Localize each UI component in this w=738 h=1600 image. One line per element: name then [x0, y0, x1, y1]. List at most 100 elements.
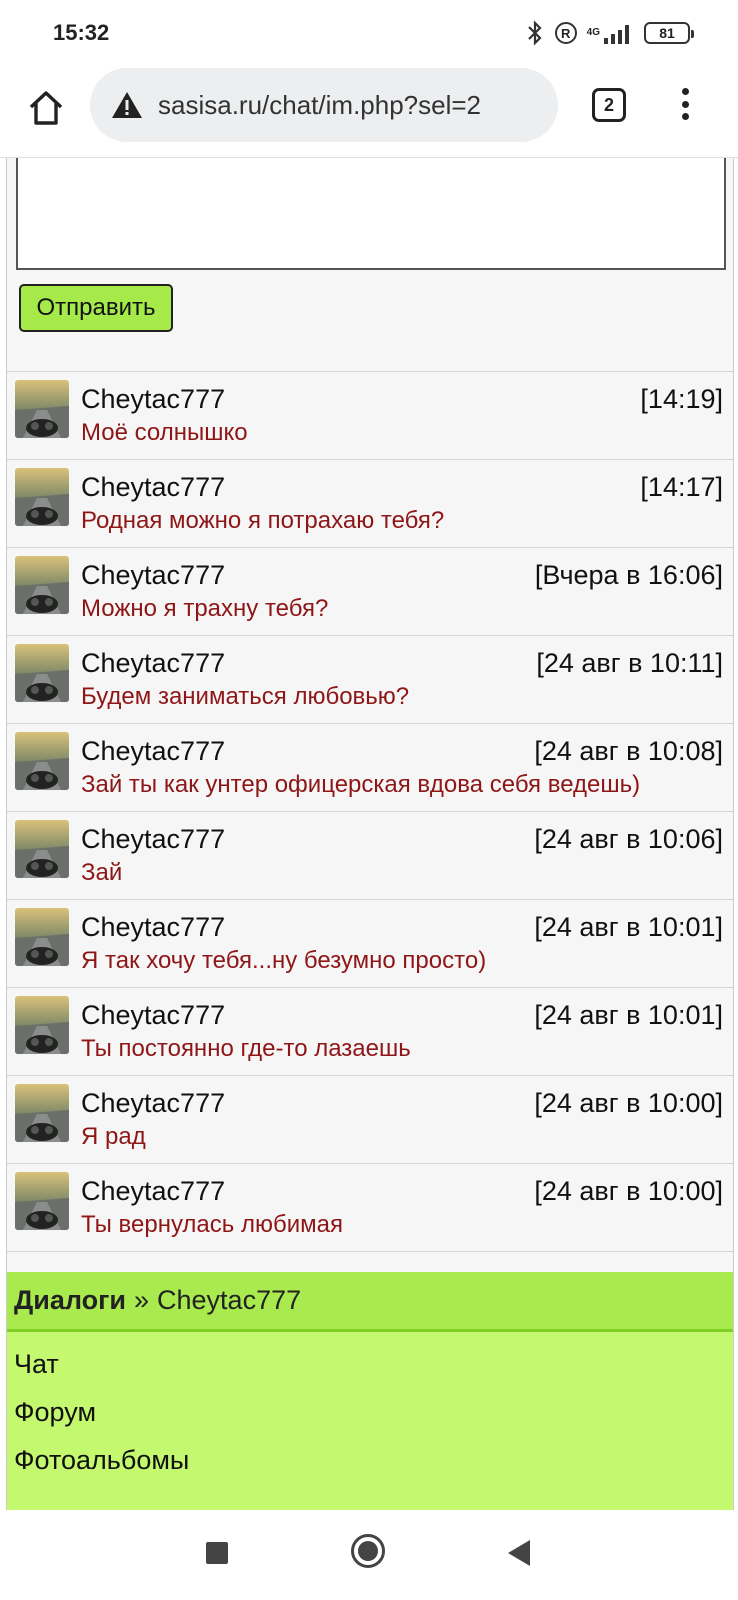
- nav-link-photoalbums[interactable]: Фотоальбомы: [7, 1440, 733, 1488]
- compose-area: Отправить: [7, 158, 733, 372]
- message-text: Родная можно я потрахаю тебя?: [81, 507, 445, 534]
- message-author[interactable]: Cheytac777: [81, 1088, 225, 1119]
- avatar[interactable]: [15, 820, 69, 878]
- home-button[interactable]: [22, 84, 70, 132]
- tab-count: 2: [603, 94, 614, 115]
- message-time: [24 авг в 10:08]: [534, 736, 723, 766]
- message-header: Cheytac777 [24 авг в 10:00]: [81, 1176, 723, 1207]
- address-bar[interactable]: sasisa.ru/chat/im.php?sel=2: [90, 68, 558, 142]
- message-author[interactable]: Cheytac777: [81, 1000, 225, 1031]
- message-text: Будем заниматься любовью?: [81, 683, 410, 710]
- network-type: 4G: [586, 27, 600, 38]
- message-row: Cheytac777 [24 авг в 10:01] Ты постоянно г…: [7, 988, 733, 1076]
- avatar[interactable]: [15, 1172, 69, 1230]
- avatar[interactable]: [15, 996, 69, 1054]
- nav-link-forum[interactable]: Форум: [7, 1392, 733, 1440]
- message-text: Ты постоянно где-то лазаешь: [81, 1035, 411, 1062]
- avatar[interactable]: [15, 1084, 69, 1142]
- site-nav: Чат Форум Фотоальбомы: [7, 1332, 733, 1510]
- message-header: Cheytac777 [24 авг в 10:01]: [81, 912, 723, 943]
- message-row: Cheytac777 [24 авг в 10:00] Ты вернулась л…: [7, 1164, 733, 1252]
- nav-link-chat[interactable]: Чат: [7, 1344, 733, 1392]
- message-row: Cheytac777 [Вчера в 16:06] Можно я трахну …: [7, 548, 733, 636]
- status-bar: 15:32 R 4G 81: [0, 0, 738, 66]
- message-row: Cheytac777 [24 авг в 10:01] Я так хочу теб…: [7, 900, 733, 988]
- send-button[interactable]: Отправить: [19, 284, 173, 332]
- message-author[interactable]: Cheytac777: [81, 648, 225, 679]
- page-content: Отправить Cheytac777 [14:19] Моё солнышко C…: [6, 158, 734, 1510]
- avatar[interactable]: [15, 732, 69, 790]
- avatar-image: [15, 556, 69, 614]
- message-row: Cheytac777 [24 авг в 10:08] Зай ты как унт…: [7, 724, 733, 812]
- recents-button[interactable]: [206, 1542, 228, 1564]
- message-time: [24 авг в 10:11]: [536, 648, 723, 678]
- message-author[interactable]: Cheytac777: [81, 472, 225, 503]
- message-row: Cheytac777 [14:19] Моё солнышко: [7, 372, 733, 460]
- battery-level: 81: [659, 25, 675, 41]
- avatar-image: [15, 1084, 69, 1142]
- more-menu-button[interactable]: [670, 84, 700, 124]
- message-time: [24 авг в 10:06]: [534, 824, 723, 854]
- browser-toolbar: sasisa.ru/chat/im.php?sel=2 2: [0, 66, 738, 158]
- avatar-image: [15, 732, 69, 790]
- breadcrumb-root[interactable]: Диалоги: [14, 1285, 126, 1316]
- message-text: Ты вернулась любимая: [81, 1211, 343, 1238]
- battery-icon: 81: [644, 22, 694, 44]
- signal-icon: 4G: [587, 22, 634, 44]
- warning-icon: [112, 92, 142, 118]
- avatar[interactable]: [15, 556, 69, 614]
- avatar-image: [15, 468, 69, 526]
- message-header: Cheytac777 [24 авг в 10:06]: [81, 824, 723, 855]
- message-text: Зай ты как унтер офицерская вдова себя в…: [81, 771, 641, 798]
- back-button[interactable]: [508, 1540, 530, 1566]
- status-time: 15:32: [53, 20, 110, 45]
- breadcrumb-current: Cheytac777: [157, 1285, 302, 1315]
- avatar[interactable]: [15, 644, 69, 702]
- bluetooth-icon: [525, 20, 545, 46]
- message-text: Можно я трахну тебя?: [81, 595, 329, 622]
- avatar-image: [15, 644, 69, 702]
- message-header: Cheytac777 [24 авг в 10:01]: [81, 1000, 723, 1031]
- message-author[interactable]: Cheytac777: [81, 824, 225, 855]
- message-row: Cheytac777 [24 авг в 10:06] Зай: [7, 812, 733, 900]
- message-author[interactable]: Cheytac777: [81, 912, 225, 943]
- breadcrumb: Диалоги » Cheytac777: [7, 1272, 733, 1332]
- message-time: [24 авг в 10:01]: [534, 1000, 723, 1030]
- message-row: Cheytac777 [14:17] Родная можно я потрахаю…: [7, 460, 733, 548]
- message-author[interactable]: Cheytac777: [81, 560, 225, 591]
- message-header: Cheytac777 [24 авг в 10:11]: [81, 648, 723, 679]
- status-icons: R 4G 81: [525, 20, 694, 46]
- breadcrumb-separator: »: [133, 1285, 150, 1315]
- message-author[interactable]: Cheytac777: [81, 1176, 225, 1207]
- avatar[interactable]: [15, 380, 69, 438]
- message-list: Cheytac777 [14:19] Моё солнышко Cheytac777 […: [7, 372, 733, 1252]
- message-author[interactable]: Cheytac777: [81, 384, 225, 415]
- message-row: Cheytac777 [24 авг в 10:11] Будем занимать…: [7, 636, 733, 724]
- message-text: Зай: [81, 859, 123, 886]
- message-header: Cheytac777 [Вчера в 16:06]: [81, 560, 723, 591]
- message-time: [24 авг в 10:00]: [534, 1176, 723, 1206]
- message-author[interactable]: Cheytac777: [81, 736, 225, 767]
- registered-icon: R: [554, 22, 577, 44]
- home-system-button[interactable]: [351, 1534, 385, 1568]
- message-input[interactable]: [16, 158, 726, 270]
- message-time: [14:17]: [640, 472, 723, 502]
- message-time: [Вчера в 16:06]: [534, 560, 723, 590]
- avatar[interactable]: [15, 908, 69, 966]
- url-text: sasisa.ru/chat/im.php?sel=2: [158, 89, 482, 120]
- avatar-image: [15, 1172, 69, 1230]
- home-icon: [29, 91, 63, 125]
- tabs-button[interactable]: 2: [592, 88, 626, 122]
- message-header: Cheytac777 [14:19]: [81, 384, 723, 415]
- system-nav-bar: [0, 1510, 738, 1600]
- avatar-image: [15, 380, 69, 438]
- avatar-image: [15, 996, 69, 1054]
- avatar-image: [15, 820, 69, 878]
- avatar-image: [15, 908, 69, 966]
- message-header: Cheytac777 [24 авг в 10:08]: [81, 736, 723, 767]
- more-icon: [681, 88, 689, 95]
- more-icon-dot: [681, 100, 689, 108]
- message-header: Cheytac777 [14:17]: [81, 472, 723, 503]
- avatar[interactable]: [15, 468, 69, 526]
- message-text: Моё солнышко: [81, 419, 248, 446]
